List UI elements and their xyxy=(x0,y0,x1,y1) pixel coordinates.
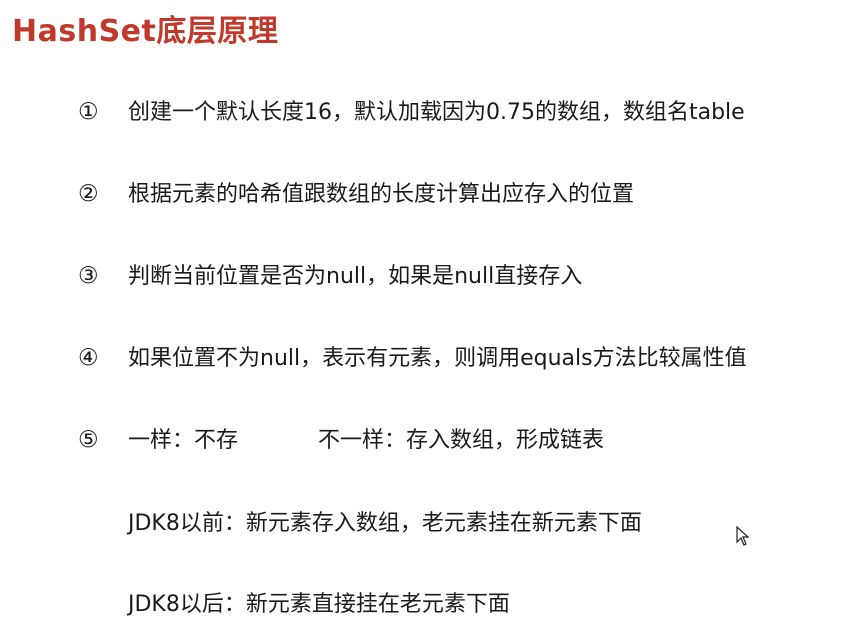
item-text: 根据元素的哈希值跟数组的长度计算出应存入的位置 xyxy=(128,182,635,207)
list-item-3: ③ 判断当前位置是否为null，如果是null直接存入 xyxy=(78,258,582,290)
item-number: ② xyxy=(78,181,99,207)
item-text-secondary: 不一样：存入数组，形成链表 xyxy=(318,428,605,453)
list-item-1: ① 创建一个默认长度16，默认加载因为0.75的数组，数组名table xyxy=(78,94,745,126)
item-text: 如果位置不为null，表示有元素，则调用equals方法比较属性值 xyxy=(128,346,747,371)
item-number: ① xyxy=(78,99,99,125)
item-text: 一样：不存 xyxy=(128,428,239,453)
item-number: ③ xyxy=(78,263,99,289)
item-number: ⑤ xyxy=(78,427,99,453)
item-number: ④ xyxy=(78,345,99,371)
list-item-5: ⑤ 一样：不存 不一样：存入数组，形成链表 xyxy=(78,422,604,454)
list-item-4: ④ 如果位置不为null，表示有元素，则调用equals方法比较属性值 xyxy=(78,340,747,372)
item-text: 判断当前位置是否为null，如果是null直接存入 xyxy=(128,264,583,289)
list-item-2: ② 根据元素的哈希值跟数组的长度计算出应存入的位置 xyxy=(78,176,634,208)
item-text: 创建一个默认长度16，默认加载因为0.75的数组，数组名table xyxy=(128,100,745,125)
mouse-pointer-icon xyxy=(736,526,750,546)
sub-item-jdk8-after: JDK8以后：新元素直接挂在老元素下面 xyxy=(128,592,510,617)
sub-item-jdk8-before: JDK8以前：新元素存入数组，老元素挂在新元素下面 xyxy=(128,511,642,536)
slide: HashSet底层原理 ① 创建一个默认长度16，默认加载因为0.75的数组，数… xyxy=(0,0,855,630)
page-title: HashSet底层原理 xyxy=(12,14,279,49)
